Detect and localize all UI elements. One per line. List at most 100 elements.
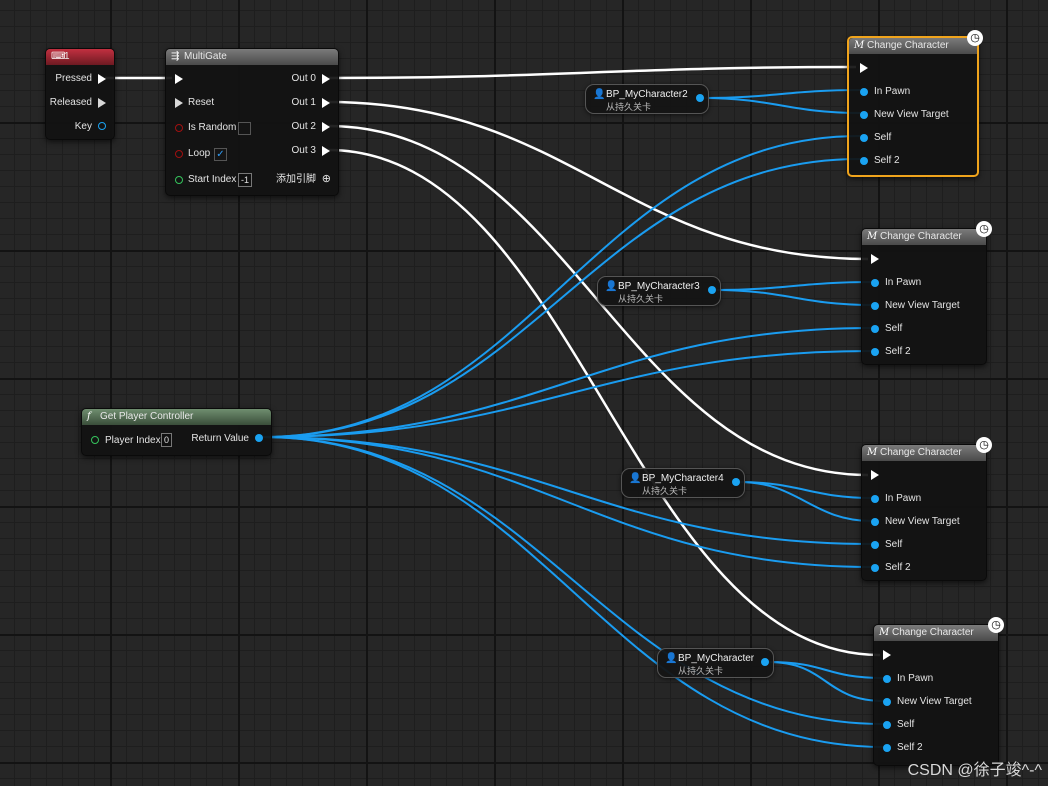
key-pin[interactable] xyxy=(98,122,106,130)
new-view-target-pin[interactable] xyxy=(871,302,879,310)
macro-header[interactable]: M Change Character xyxy=(849,38,977,54)
out-3-pin[interactable] xyxy=(322,146,330,156)
self2-label: Self 2 xyxy=(885,562,911,573)
self-pin[interactable] xyxy=(871,541,879,549)
character-wire[interactable] xyxy=(714,289,873,306)
exec-in-pin[interactable] xyxy=(871,254,879,264)
is-random-checkbox[interactable] xyxy=(238,122,251,135)
out-3-label: Out 3 xyxy=(291,145,316,156)
get-player-controller-header[interactable]: f Get Player Controller xyxy=(82,409,271,425)
in-pawn-pin[interactable] xyxy=(883,675,891,683)
variable-node-bp-mycharacter4[interactable]: 👤 BP_MyCharacter4 从持久关卡 xyxy=(621,468,745,498)
macro-icon: M xyxy=(854,40,865,51)
macro-title: Change Character xyxy=(867,40,949,51)
new-view-target-label: New View Target xyxy=(874,109,949,120)
new-view-target-pin[interactable] xyxy=(883,698,891,706)
in-pawn-label: In Pawn xyxy=(874,86,911,97)
new-view-target-label: New View Target xyxy=(897,696,972,707)
player-index-input[interactable]: 0 xyxy=(161,433,173,447)
keyboard-icon: ⌨ xyxy=(51,51,66,62)
variable-node-bp-mycharacter3[interactable]: 👤 BP_MyCharacter3 从持久关卡 xyxy=(597,276,721,306)
loop-checkbox[interactable]: ✓ xyxy=(214,148,227,161)
exec-in-pin[interactable] xyxy=(871,470,879,480)
actor-icon: 👤 xyxy=(593,89,606,100)
character-wire[interactable] xyxy=(767,661,885,702)
multigate-node[interactable]: ⇶ MultiGate Reset Is Random Loop ✓ Start … xyxy=(165,48,339,196)
get-player-controller-node[interactable]: f Get Player Controller Player Index 0 Re… xyxy=(81,408,272,456)
out-2-pin[interactable] xyxy=(322,122,330,132)
variable-name: BP_MyCharacter2 xyxy=(606,89,688,100)
player-controller-wire[interactable] xyxy=(262,436,873,568)
start-index-pin[interactable] xyxy=(175,176,183,184)
variable-output-pin[interactable] xyxy=(761,658,769,666)
variable-subtitle: 从持久关卡 xyxy=(606,102,652,112)
character-wire[interactable] xyxy=(702,97,861,114)
macro-header[interactable]: M Change Character xyxy=(862,445,986,461)
in-pawn-pin[interactable] xyxy=(860,88,868,96)
latent-clock-icon: ◷ xyxy=(967,30,983,46)
change-character-node-4[interactable]: M Change Character ◷ In Pawn New View Tar… xyxy=(873,617,1004,766)
add-pin-label[interactable]: 添加引脚 xyxy=(276,174,316,186)
macro-header[interactable]: M Change Character xyxy=(874,625,998,641)
return-value-label: Return Value xyxy=(191,433,249,444)
out-1-label: Out 1 xyxy=(291,97,316,108)
change-character-node-1[interactable]: M Change Character ◷ In Pawn New View Tar… xyxy=(847,30,983,177)
variable-output-pin[interactable] xyxy=(708,286,716,294)
change-character-node-3[interactable]: M Change Character ◷ In Pawn New View Tar… xyxy=(861,437,992,581)
self-label: Self xyxy=(874,132,892,143)
self-pin[interactable] xyxy=(883,721,891,729)
self2-pin[interactable] xyxy=(883,744,891,752)
player-controller-wire[interactable] xyxy=(262,436,885,748)
variable-output-pin[interactable] xyxy=(696,94,704,102)
character-wire[interactable] xyxy=(767,661,885,679)
out-0-pin[interactable] xyxy=(322,74,330,84)
is-random-pin[interactable] xyxy=(175,124,183,132)
self-pin[interactable] xyxy=(871,325,879,333)
keyboard-event-node[interactable]: ⌨ 1 Pressed Released Key xyxy=(45,48,115,140)
player-index-pin[interactable] xyxy=(91,436,99,444)
new-view-target-pin[interactable] xyxy=(860,111,868,119)
released-pin[interactable] xyxy=(98,98,106,108)
macro-icon: M xyxy=(867,231,878,242)
self2-label: Self 2 xyxy=(885,346,911,357)
character-wire[interactable] xyxy=(702,89,861,99)
variable-node-bp-mycharacter[interactable]: 👤 BP_MyCharacter 从持久关卡 xyxy=(657,648,774,678)
self2-pin[interactable] xyxy=(871,348,879,356)
self2-pin[interactable] xyxy=(860,157,868,165)
in-pawn-pin[interactable] xyxy=(871,495,879,503)
pressed-label: Pressed xyxy=(55,73,92,84)
exec-in-pin[interactable] xyxy=(883,650,891,660)
pressed-pin[interactable] xyxy=(98,74,106,84)
loop-pin[interactable] xyxy=(175,150,183,158)
return-value-pin[interactable] xyxy=(255,434,263,442)
macro-icon: M xyxy=(867,447,878,458)
variable-name: BP_MyCharacter4 xyxy=(642,473,724,484)
variable-output-pin[interactable] xyxy=(732,478,740,486)
is-random-label: Is Random xyxy=(188,122,237,133)
add-pin-icon[interactable]: ⊕ xyxy=(322,173,331,185)
variable-node-bp-mycharacter2[interactable]: 👤 BP_MyCharacter2 从持久关卡 xyxy=(585,84,709,114)
out-2-label: Out 2 xyxy=(291,121,316,132)
macro-title: Change Character xyxy=(880,447,962,458)
change-character-node-2[interactable]: M Change Character ◷ In Pawn New View Tar… xyxy=(861,221,992,365)
player-controller-wire[interactable] xyxy=(262,135,861,438)
self2-pin[interactable] xyxy=(871,564,879,572)
character-wire[interactable] xyxy=(738,481,873,522)
in-pawn-pin[interactable] xyxy=(871,279,879,287)
exec-in-pin[interactable] xyxy=(860,63,868,73)
multigate-header[interactable]: ⇶ MultiGate xyxy=(166,49,338,65)
event-node-header[interactable]: ⌨ 1 xyxy=(46,49,114,65)
macro-header[interactable]: M Change Character xyxy=(862,229,986,245)
exec-wire[interactable] xyxy=(327,65,857,80)
exec-wire[interactable] xyxy=(327,100,869,261)
new-view-target-pin[interactable] xyxy=(871,518,879,526)
macro-title: Change Character xyxy=(892,627,974,638)
character-wire[interactable] xyxy=(714,281,873,291)
reset-pin[interactable] xyxy=(175,98,183,108)
start-index-input[interactable]: -1 xyxy=(238,173,253,187)
self-pin[interactable] xyxy=(860,134,868,142)
player-controller-wire[interactable] xyxy=(262,436,885,725)
out-1-pin[interactable] xyxy=(322,98,330,108)
reset-label: Reset xyxy=(188,97,215,108)
multigate-exec-in-pin[interactable] xyxy=(175,74,183,84)
